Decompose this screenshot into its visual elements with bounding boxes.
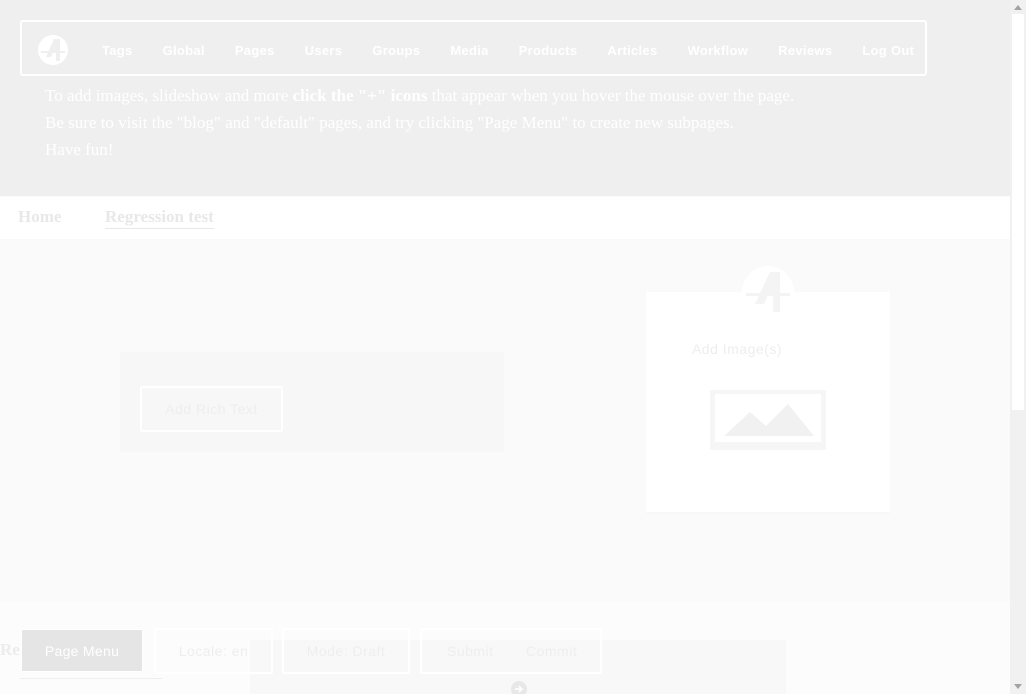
intro-line-1-bold: click the "+" icons: [292, 86, 428, 105]
admin-nav-tags[interactable]: Tags: [102, 43, 133, 58]
page: To add images, slideshow and more click …: [0, 0, 1026, 694]
admin-nav-reviews[interactable]: Reviews: [778, 43, 832, 58]
submit-button[interactable]: Submit: [447, 643, 494, 659]
breadcrumb: Home Regression test: [0, 197, 1010, 239]
intro-line-3: Have fun!: [45, 140, 114, 159]
page-menu-underline: [20, 678, 162, 679]
main-content: Add Rich Text Add Image(s): [0, 240, 1010, 602]
image-placeholder-icon: [710, 390, 826, 450]
admin-nav-users[interactable]: Users: [305, 43, 343, 58]
breadcrumb-current[interactable]: Regression test: [105, 207, 214, 229]
admin-nav-workflow[interactable]: Workflow: [688, 43, 749, 58]
intro-line-1-start: To add images, slideshow and more: [45, 86, 293, 105]
scroll-up-arrow-icon[interactable]: [1010, 0, 1026, 14]
apostrophe-logo-icon[interactable]: [37, 34, 69, 66]
admin-nav: Tags Global Pages Users Groups Media Pro…: [102, 22, 914, 78]
apostrophe-logo-icon: [742, 266, 794, 318]
intro-line-1-end: that appear when you hover the mouse ove…: [427, 86, 795, 105]
scrollbar[interactable]: [1010, 0, 1026, 694]
partial-heading: Re: [0, 640, 20, 659]
scroll-down-arrow-icon[interactable]: [1010, 680, 1026, 694]
admin-nav-log-out[interactable]: Log Out: [862, 43, 914, 58]
intro-text: To add images, slideshow and more click …: [45, 82, 794, 163]
admin-nav-pages[interactable]: Pages: [235, 43, 275, 58]
admin-nav-articles[interactable]: Articles: [607, 43, 657, 58]
circle-arrow-icon[interactable]: [510, 680, 528, 694]
breadcrumb-home[interactable]: Home: [18, 207, 61, 227]
admin-nav-products[interactable]: Products: [519, 43, 578, 58]
scrollbar-thumb[interactable]: [1012, 14, 1024, 410]
admin-nav-groups[interactable]: Groups: [372, 43, 420, 58]
commit-button[interactable]: Commit: [526, 643, 577, 659]
submit-commit-group: Submit Commit: [420, 628, 602, 674]
add-rich-text-button[interactable]: Add Rich Text: [140, 386, 283, 432]
mode-button[interactable]: Mode: Draft: [282, 628, 410, 674]
admin-nav-global[interactable]: Global: [163, 43, 205, 58]
intro-line-1: To add images, slideshow and more click …: [45, 82, 794, 109]
admin-nav-media[interactable]: Media: [450, 43, 488, 58]
admin-bar: Tags Global Pages Users Groups Media Pro…: [20, 20, 927, 76]
locale-button[interactable]: Locale: en: [154, 628, 273, 674]
page-menu-button[interactable]: Page Menu: [21, 629, 143, 672]
intro-line-2: Be sure to visit the "blog" and "default…: [45, 113, 734, 132]
add-images-button[interactable]: Add Image(s): [667, 326, 807, 372]
